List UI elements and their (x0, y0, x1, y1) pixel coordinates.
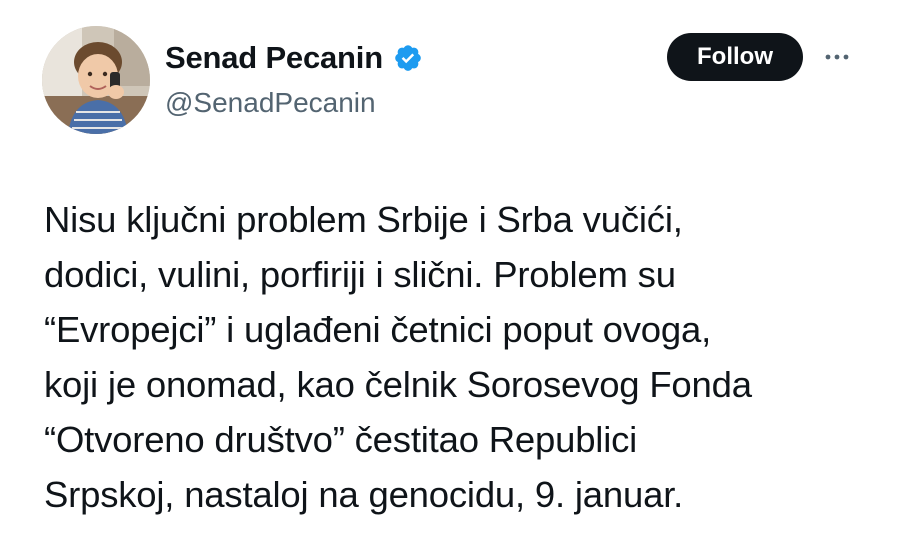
follow-button[interactable]: Follow (667, 33, 803, 81)
author-display-name[interactable]: Senad Pecanin (165, 40, 383, 76)
author-handle[interactable]: @SenadPecanin (165, 86, 376, 120)
tweet-text: Nisu ključni problem Srbije i Srba vučić… (44, 199, 752, 515)
avatar-photo (42, 26, 150, 134)
more-horizontal-icon[interactable] (823, 47, 851, 67)
avatar[interactable] (42, 26, 150, 134)
author-name-row: Senad Pecanin (165, 40, 423, 76)
verified-badge-icon (393, 43, 423, 73)
tweet-card: Senad Pecanin @SenadPecanin Follow Nisu … (0, 0, 900, 541)
